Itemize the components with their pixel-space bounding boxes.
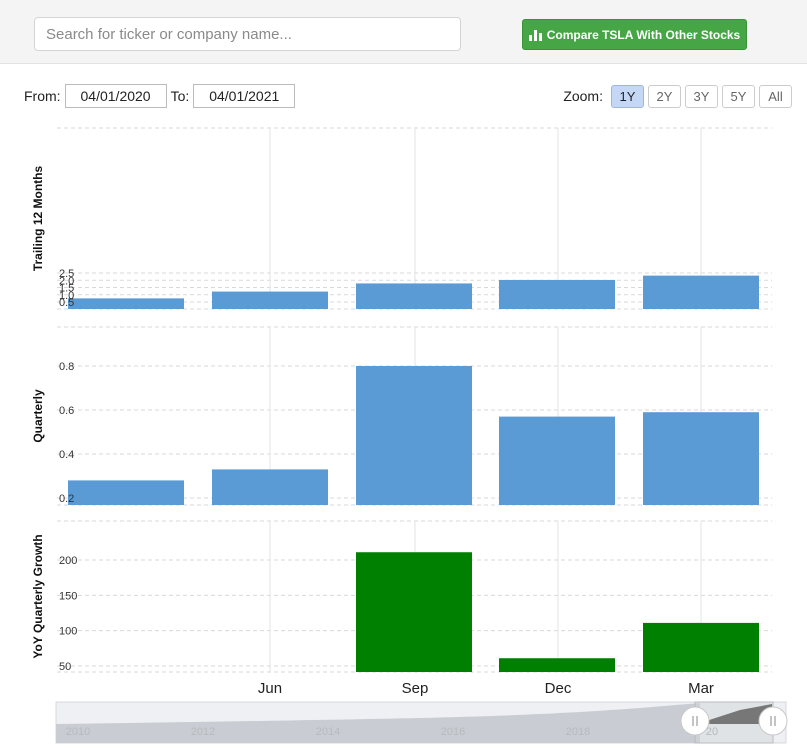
bar bbox=[643, 622, 759, 672]
bar bbox=[356, 283, 472, 309]
panel-yoy: 50 100 150 200 YoY Quarterly Growth bbox=[31, 520, 772, 673]
zoom-5y-button[interactable]: 5Y bbox=[722, 84, 755, 108]
y-tick-label: 100 bbox=[59, 626, 77, 638]
y-tick-label: 150 bbox=[59, 590, 77, 602]
x-tick-label: Jun bbox=[258, 680, 282, 697]
handle-knob bbox=[758, 706, 788, 736]
toolbar: Compare TSLA With Other Stocks bbox=[0, 0, 807, 64]
navigator-year-label: 2014 bbox=[316, 726, 340, 738]
zoom-all-button[interactable]: All bbox=[759, 84, 792, 108]
y-tick-label: 0.8 bbox=[59, 361, 74, 373]
date-range: From: To: bbox=[24, 84, 299, 108]
from-label: From: bbox=[24, 88, 61, 104]
bar bbox=[499, 279, 615, 309]
navigator-year-label: 2016 bbox=[441, 726, 465, 738]
y-tick-label: 0.4 bbox=[59, 449, 74, 461]
handle-knob bbox=[680, 706, 710, 736]
x-axis: Jun Sep Dec Mar bbox=[258, 680, 714, 697]
bar-chart-icon bbox=[528, 29, 542, 41]
x-tick-label: Sep bbox=[402, 680, 429, 697]
bar bbox=[356, 552, 472, 672]
bar bbox=[643, 412, 759, 505]
bar bbox=[356, 366, 472, 505]
y-tick-label: 0.2 bbox=[59, 493, 74, 505]
navigator-year-label: 2018 bbox=[566, 726, 590, 738]
y-tick-label: 50 bbox=[59, 661, 71, 673]
eps-chart: 0.51.01.52.02.5Trailing 12 Months0.20.40… bbox=[31, 127, 788, 744]
navigator-year-label: 2010 bbox=[66, 726, 90, 738]
y-axis-title: Quarterly bbox=[31, 389, 45, 443]
bar bbox=[499, 416, 615, 505]
panel-quarterly: 0.2 0.4 0.6 0.8 Quarterly bbox=[31, 326, 772, 506]
navigator: 2010 2012 2014 2016 2018 20 bbox=[55, 701, 788, 744]
zoom-1y-button[interactable]: 1Y bbox=[611, 84, 644, 108]
navigator-year-label: 2012 bbox=[191, 726, 215, 738]
bar bbox=[499, 658, 615, 672]
x-tick-label: Dec bbox=[545, 680, 572, 697]
y-tick-label: 2.5 bbox=[59, 268, 74, 280]
bar bbox=[643, 275, 759, 309]
bar bbox=[68, 480, 184, 505]
zoom-2y-button[interactable]: 2Y bbox=[648, 84, 681, 108]
y-tick-label: 0.6 bbox=[59, 405, 74, 417]
bar bbox=[68, 298, 184, 309]
y-axis-title: YoY Quarterly Growth bbox=[31, 534, 45, 658]
zoom-label: Zoom: bbox=[563, 88, 603, 104]
zoom-3y-button[interactable]: 3Y bbox=[685, 84, 718, 108]
zoom-controls: Zoom: 1Y 2Y 3Y 5Y All bbox=[563, 84, 792, 108]
compare-button-label: Compare TSLA With Other Stocks bbox=[546, 27, 741, 42]
from-date-input[interactable] bbox=[64, 84, 167, 108]
to-date-input[interactable] bbox=[193, 84, 296, 108]
to-label: To: bbox=[170, 88, 190, 104]
navigator-handle-left[interactable] bbox=[680, 706, 710, 736]
panel-ttm: 0.51.01.52.02.5Trailing 12 Months bbox=[31, 127, 772, 310]
x-tick-label: Mar bbox=[688, 680, 714, 697]
search-input[interactable] bbox=[34, 17, 461, 51]
bar bbox=[212, 469, 328, 505]
compare-button[interactable]: Compare TSLA With Other Stocks bbox=[522, 19, 747, 50]
y-axis-title: Trailing 12 Months bbox=[31, 166, 45, 272]
bar bbox=[212, 291, 328, 309]
navigator-handle-right[interactable] bbox=[758, 706, 788, 736]
y-tick-label: 200 bbox=[59, 555, 77, 567]
